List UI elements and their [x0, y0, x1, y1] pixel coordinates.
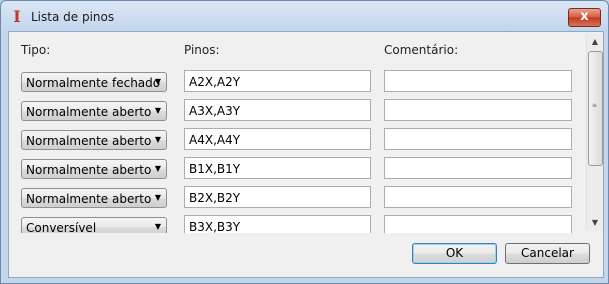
tipo-value: Conversível: [26, 221, 97, 233]
tipo-dropdown[interactable]: Conversível ▼: [21, 217, 167, 233]
chevron-down-icon: ▼: [154, 77, 161, 86]
comentario-input[interactable]: [384, 215, 572, 233]
comentario-input[interactable]: [384, 186, 572, 208]
tipo-value: Normalmente aberto: [26, 192, 152, 206]
tipo-value: Normalmente aberto: [26, 163, 152, 177]
scrollbar-thumb[interactable]: ≡: [588, 51, 603, 166]
pinos-value: B3X,B3Y: [189, 220, 241, 233]
pinos-input[interactable]: A4X,A4Y: [184, 128, 371, 150]
pinos-value: B1X,B1Y: [189, 162, 241, 176]
tipo-dropdown[interactable]: Normalmente aberto ▼: [21, 101, 167, 121]
comentario-input[interactable]: [384, 70, 572, 92]
scroll-down-icon[interactable]: ▼: [587, 215, 603, 231]
pinos-input[interactable]: A2X,A2Y: [184, 70, 371, 92]
comentario-input[interactable]: [384, 157, 572, 179]
tipo-dropdown[interactable]: Normalmente aberto ▼: [21, 159, 167, 179]
scroll-up-icon[interactable]: ▲: [587, 34, 603, 50]
vertical-scrollbar[interactable]: ▲ ≡ ▼: [586, 34, 603, 231]
pinos-value: A4X,A4Y: [189, 133, 241, 147]
cancel-button[interactable]: Cancelar: [505, 243, 590, 264]
tipo-value: Normalmente aberto: [26, 105, 152, 119]
tipo-value: Normalmente aberto: [26, 134, 152, 148]
window-title: Lista de pinos: [31, 10, 115, 24]
pinos-input[interactable]: A3X,A3Y: [184, 99, 371, 121]
pinos-input[interactable]: B3X,B3Y: [184, 215, 371, 233]
tipo-dropdown[interactable]: Normalmente aberto ▼: [21, 130, 167, 150]
pinos-value: B2X,B2Y: [189, 191, 241, 205]
dialog-content: Tipo: Pinos: Comentário: Normalmente fec…: [8, 31, 604, 278]
tipo-dropdown[interactable]: Normalmente fechado ▼: [21, 72, 167, 92]
chevron-down-icon: ▼: [154, 135, 161, 144]
grip-icon: ≡: [592, 102, 598, 109]
chevron-down-icon: ▼: [154, 193, 161, 202]
pinos-input[interactable]: B2X,B2Y: [184, 186, 371, 208]
pin-list: Normalmente fechado ▼ A2X,A2Y Normalment…: [9, 32, 585, 233]
chevron-down-icon: ▼: [154, 106, 161, 115]
chevron-down-icon: ▼: [154, 222, 161, 231]
dialog-window: I Lista de pinos x Tipo: Pinos: Comentár…: [0, 0, 609, 284]
tipo-value: Normalmente fechado: [26, 76, 161, 90]
pinos-value: A3X,A3Y: [189, 104, 241, 118]
pinos-input[interactable]: B1X,B1Y: [184, 157, 371, 179]
comentario-input[interactable]: [384, 99, 572, 121]
title-bar[interactable]: I Lista de pinos x: [1, 1, 608, 31]
close-button[interactable]: x: [568, 8, 601, 27]
chevron-down-icon: ▼: [154, 164, 161, 173]
ok-button[interactable]: OK: [412, 243, 497, 264]
tipo-dropdown[interactable]: Normalmente aberto ▼: [21, 188, 167, 208]
comentario-input[interactable]: [384, 128, 572, 150]
pinos-value: A2X,A2Y: [189, 75, 241, 89]
app-logo-icon: I: [13, 7, 21, 26]
